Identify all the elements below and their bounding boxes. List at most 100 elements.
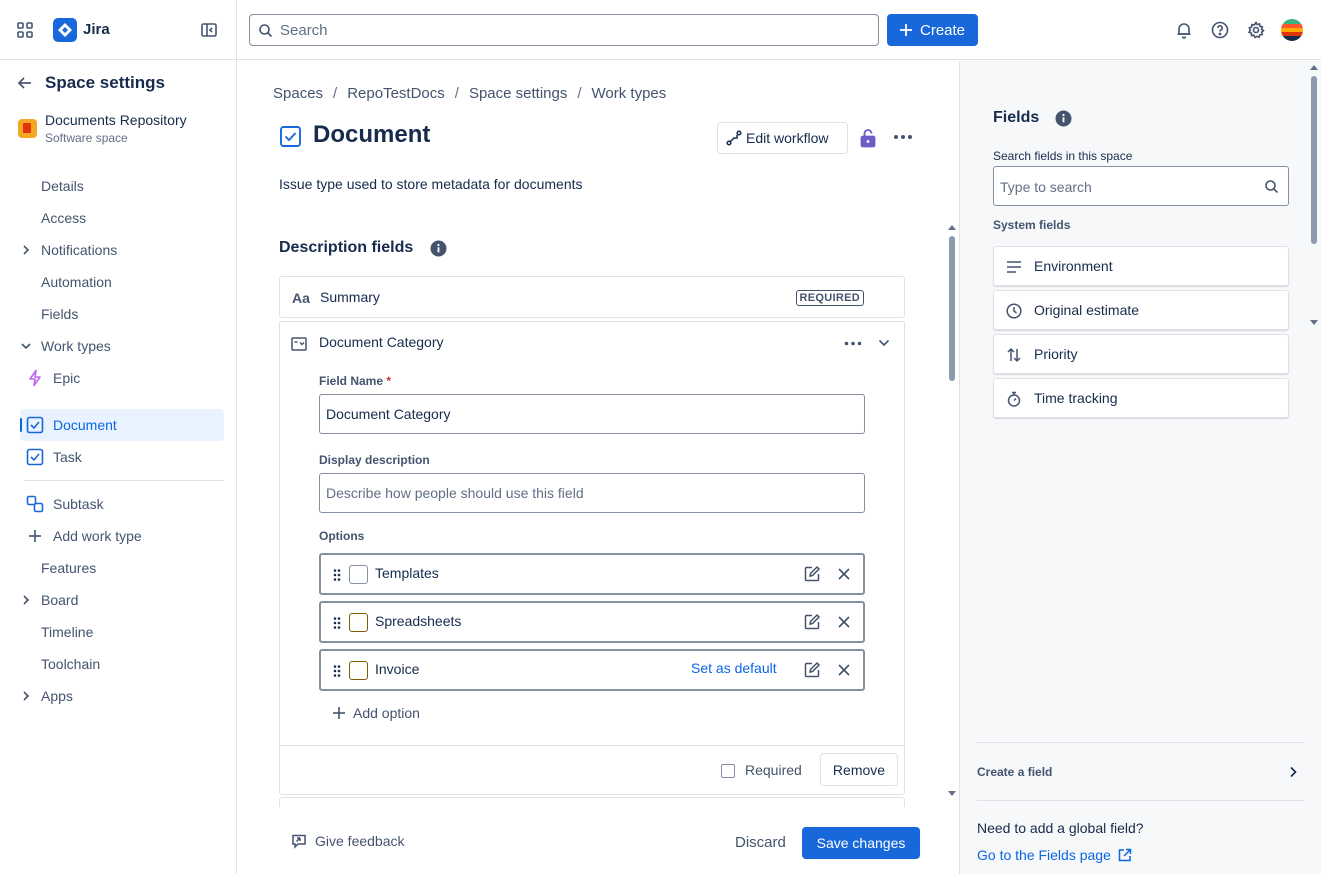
drag-handle-icon[interactable] xyxy=(332,616,342,630)
breadcrumb-item[interactable]: Work types xyxy=(592,85,667,102)
close-icon[interactable] xyxy=(837,663,851,677)
system-field-item[interactable]: Priority xyxy=(993,334,1289,374)
close-icon[interactable] xyxy=(837,567,851,581)
create-a-field-link[interactable]: Create a field xyxy=(977,765,1052,779)
brand-name[interactable]: Jira xyxy=(83,21,110,38)
more-actions-icon[interactable] xyxy=(893,134,913,140)
sidebar-item-board[interactable]: Board xyxy=(20,584,224,616)
sidebar-item-document[interactable]: Document xyxy=(20,409,224,441)
summary-field-card[interactable]: Aa Summary REQUIRED xyxy=(279,276,905,318)
project-name: Documents Repository xyxy=(45,112,187,128)
sidebar-item-add-work-type[interactable]: Add work type xyxy=(20,520,224,552)
sidebar-item-label: Fields xyxy=(41,306,79,322)
user-avatar[interactable] xyxy=(1281,19,1303,41)
sidebar-item-subtask[interactable]: Subtask xyxy=(20,488,224,520)
sidebar-item-fields[interactable]: Fields xyxy=(20,298,224,330)
chevron-right-icon[interactable] xyxy=(20,689,32,703)
breadcrumb-item[interactable]: Space settings xyxy=(469,85,567,102)
back-to-space-settings[interactable]: Space settings xyxy=(16,73,165,93)
discard-button[interactable]: Discard xyxy=(735,834,786,851)
more-actions-icon[interactable] xyxy=(844,341,862,346)
notifications-bell-icon[interactable] xyxy=(1174,20,1194,40)
required-checkbox[interactable] xyxy=(721,764,735,778)
option-row[interactable]: Spreadsheets xyxy=(319,601,865,643)
search-icon xyxy=(258,23,273,38)
field-name-label-text: Field Name xyxy=(319,374,384,388)
plus-icon xyxy=(333,707,345,719)
fields-panel-scrollbar[interactable] xyxy=(1308,61,1320,331)
sidebar-item-label: Notifications xyxy=(41,242,118,258)
sidebar-item-label: Features xyxy=(41,560,97,576)
chevron-down-icon[interactable] xyxy=(878,338,890,348)
field-name-input[interactable] xyxy=(326,404,856,424)
sidebar-item-label: Work types xyxy=(41,338,111,354)
collapse-sidebar-icon[interactable] xyxy=(200,21,218,39)
jira-logo-icon[interactable] xyxy=(53,18,77,42)
sidebar-item-notifications[interactable]: Notifications xyxy=(20,234,224,266)
sidebar-item-toolchain[interactable]: Toolchain xyxy=(20,648,224,680)
sidebar-item-label: Epic xyxy=(53,370,81,386)
close-icon[interactable] xyxy=(837,615,851,629)
feedback-icon xyxy=(292,834,306,849)
system-field-item[interactable]: Environment xyxy=(993,246,1289,286)
option-row[interactable]: Invoice Set as default xyxy=(319,649,865,691)
chevron-right-icon[interactable] xyxy=(20,243,32,257)
help-icon[interactable] xyxy=(1210,20,1230,40)
unlock-icon[interactable] xyxy=(859,128,877,148)
field-card-title[interactable]: Document Category xyxy=(319,334,444,350)
drag-handle-icon[interactable] xyxy=(332,664,342,678)
chevron-down-icon[interactable] xyxy=(20,339,32,353)
sidebar-item-timeline[interactable]: Timeline xyxy=(20,616,224,648)
sidebar-item-work-types[interactable]: Work types xyxy=(20,330,224,362)
set-as-default-link[interactable]: Set as default xyxy=(691,660,777,676)
info-icon[interactable] xyxy=(1055,110,1072,127)
card-footer-divider xyxy=(280,745,904,746)
plus-icon xyxy=(900,24,912,36)
global-search-input[interactable] xyxy=(280,19,870,41)
edit-icon[interactable] xyxy=(803,613,821,631)
chevron-right-icon[interactable] xyxy=(20,593,32,607)
edit-icon[interactable] xyxy=(803,661,821,679)
global-search[interactable] xyxy=(249,14,879,46)
sidebar-item-access[interactable]: Access xyxy=(20,202,224,234)
sidebar-item-task[interactable]: Task xyxy=(20,441,224,473)
system-field-label: Environment xyxy=(1034,258,1113,274)
fields-search-input[interactable] xyxy=(1000,177,1255,197)
go-to-fields-page-link[interactable]: Go to the Fields page xyxy=(977,847,1132,863)
save-changes-button[interactable]: Save changes xyxy=(802,827,920,859)
required-checkbox-label[interactable]: Required xyxy=(745,762,802,778)
global-field-question: Need to add a global field? xyxy=(977,820,1144,836)
chevron-right-icon[interactable] xyxy=(1288,765,1298,779)
sidebar-item-epic[interactable]: Epic xyxy=(20,362,224,394)
panel-separator xyxy=(977,742,1305,743)
option-row[interactable]: Templates xyxy=(319,553,865,595)
breadcrumb-item[interactable]: Spaces xyxy=(273,85,323,102)
system-field-item[interactable]: Original estimate xyxy=(993,290,1289,330)
system-field-item[interactable]: Time tracking xyxy=(993,378,1289,418)
create-button[interactable]: Create xyxy=(887,14,978,46)
drag-handle-icon[interactable] xyxy=(332,568,342,582)
add-option-button[interactable]: Add option xyxy=(331,705,420,721)
arrow-left-icon xyxy=(16,74,34,92)
option-default-checkbox[interactable] xyxy=(349,613,368,632)
remove-field-button[interactable]: Remove xyxy=(820,753,898,786)
breadcrumb-item[interactable]: RepoTestDocs xyxy=(347,85,445,102)
settings-gear-icon[interactable] xyxy=(1246,20,1266,40)
info-icon[interactable] xyxy=(430,240,447,257)
app-switcher-icon[interactable] xyxy=(16,21,34,39)
option-default-checkbox[interactable] xyxy=(349,565,368,584)
sidebar-separator xyxy=(24,480,224,481)
sidebar-item-features[interactable]: Features xyxy=(20,552,224,584)
edit-workflow-label: Edit workflow xyxy=(746,130,829,146)
sidebar-item-apps[interactable]: Apps xyxy=(20,680,224,712)
sort-arrows-icon xyxy=(1006,347,1022,363)
sidebar-item-details[interactable]: Details xyxy=(20,170,224,202)
required-badge: REQUIRED xyxy=(795,290,864,306)
give-feedback-button[interactable]: Give feedback xyxy=(291,833,405,849)
edit-workflow-button[interactable]: Edit workflow xyxy=(717,122,848,154)
option-default-checkbox[interactable] xyxy=(349,661,368,680)
sidebar-item-automation[interactable]: Automation xyxy=(20,266,224,298)
main-scrollbar[interactable] xyxy=(946,221,958,801)
edit-icon[interactable] xyxy=(803,565,821,583)
display-description-input[interactable] xyxy=(326,483,856,503)
